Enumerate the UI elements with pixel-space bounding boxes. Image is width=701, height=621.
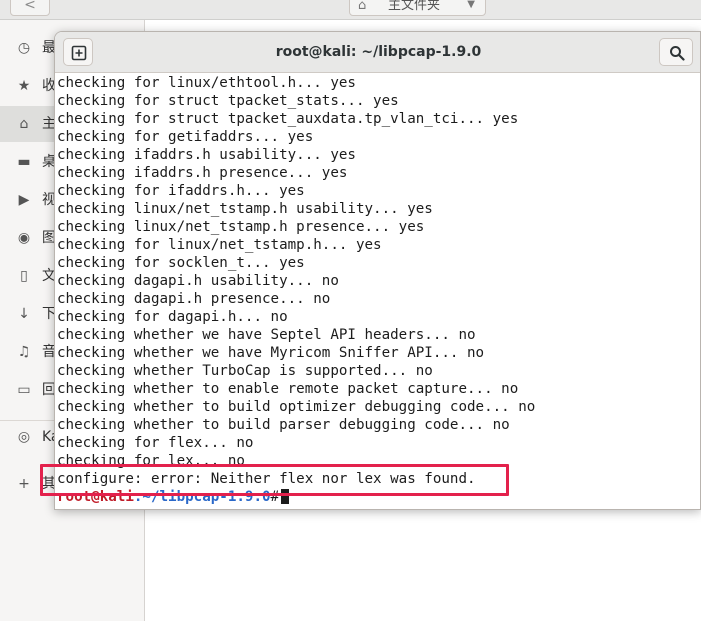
output-line: checking whether we have Myricom Sniffer… bbox=[57, 345, 485, 361]
file-manager-header: < ⌂ 主文件夹 ▼ bbox=[0, 0, 701, 20]
output-line: checking for flex... no bbox=[57, 435, 254, 451]
music-icon: ♫ bbox=[17, 344, 31, 360]
camera-icon: ◉ bbox=[17, 230, 31, 246]
output-line: checking for getifaddrs... yes bbox=[57, 129, 314, 145]
star-icon: ★ bbox=[17, 78, 31, 94]
output-line: checking for socklen_t... yes bbox=[57, 255, 305, 271]
output-line: checking linux/net_tstamp.h usability...… bbox=[57, 201, 433, 217]
output-line: checking for struct tpacket_stats... yes bbox=[57, 93, 399, 109]
terminal-titlebar[interactable]: root@kali: ~/libpcap-1.9.0 bbox=[55, 32, 700, 73]
output-line: checking for ifaddrs.h... yes bbox=[57, 183, 305, 199]
output-line: checking whether TurboCap is supported..… bbox=[57, 363, 433, 379]
output-line: checking dagapi.h presence... no bbox=[57, 291, 331, 307]
home-icon: ⌂ bbox=[19, 116, 29, 132]
output-line: checking for linux/net_tstamp.h... yes bbox=[57, 237, 382, 253]
output-line: checking ifaddrs.h usability... yes bbox=[57, 147, 356, 163]
document-icon: ▯ bbox=[20, 268, 28, 284]
output-line: checking for dagapi.h... no bbox=[57, 309, 288, 325]
output-line: checking whether we have Septel API head… bbox=[57, 327, 476, 343]
output-line: checking linux/net_tstamp.h presence... … bbox=[57, 219, 425, 235]
output-line: checking whether to build parser debuggi… bbox=[57, 417, 510, 433]
output-line: checking for linux/ethtool.h... yes bbox=[57, 75, 356, 91]
trash-icon: ▭ bbox=[17, 382, 31, 398]
output-line: checking ifaddrs.h presence... yes bbox=[57, 165, 348, 181]
output-line: checking whether to enable remote packet… bbox=[57, 381, 519, 397]
output-line: checking dagapi.h usability... no bbox=[57, 273, 339, 289]
plus-icon: + bbox=[18, 476, 30, 492]
folder-icon: ▬ bbox=[17, 154, 31, 170]
error-highlight-box bbox=[40, 464, 509, 496]
search-icon bbox=[670, 46, 685, 61]
home-icon: ⌂ bbox=[358, 0, 367, 13]
location-label: 主文件夹 bbox=[388, 0, 441, 13]
download-icon: ↓ bbox=[18, 306, 30, 322]
back-button[interactable]: < bbox=[10, 0, 50, 16]
output-line: checking whether to build optimizer debu… bbox=[57, 399, 536, 415]
clock-icon: ◷ bbox=[17, 40, 31, 56]
chevron-down-icon[interactable]: ▼ bbox=[467, 0, 475, 16]
location-bar[interactable]: ⌂ 主文件夹 ▼ bbox=[349, 0, 486, 16]
disc-icon: ◎ bbox=[17, 429, 31, 445]
video-icon: ▶ bbox=[18, 192, 30, 208]
output-line: checking for struct tpacket_auxdata.tp_v… bbox=[57, 111, 519, 127]
terminal-output[interactable]: checking for linux/ethtool.h... yes chec… bbox=[55, 74, 700, 509]
terminal-window: root@kali: ~/libpcap-1.9.0 checking for … bbox=[54, 31, 701, 510]
search-button[interactable] bbox=[659, 38, 693, 66]
window-title: root@kali: ~/libpcap-1.9.0 bbox=[275, 44, 482, 60]
